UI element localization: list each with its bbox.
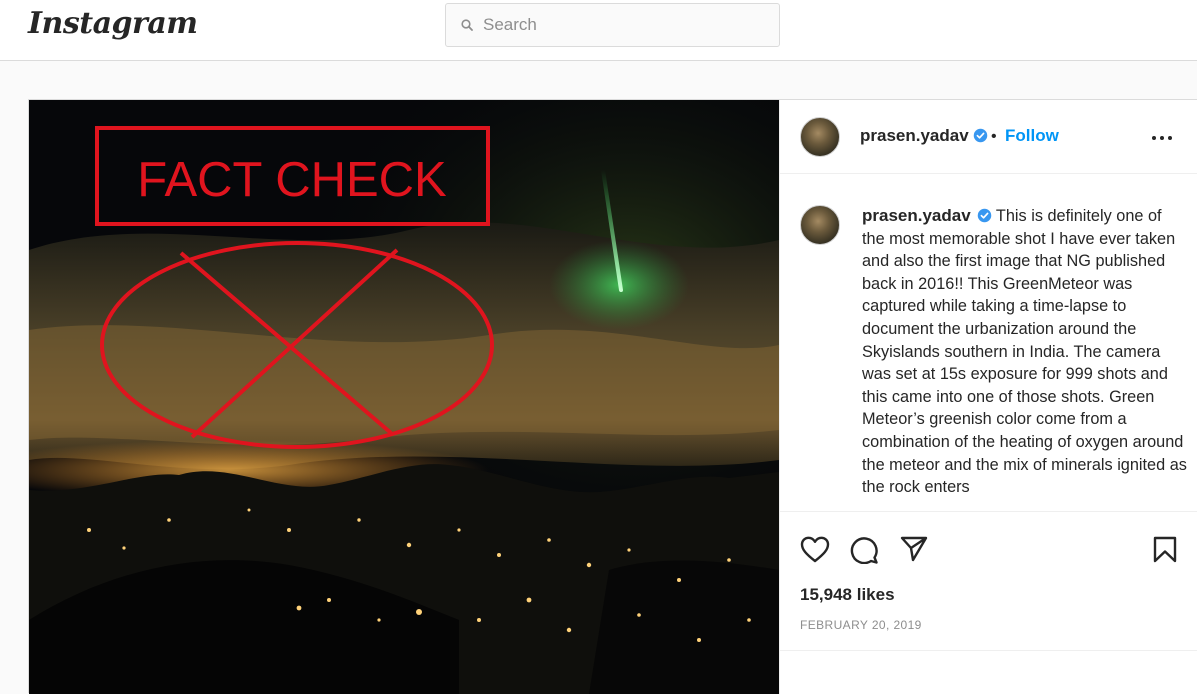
post-actions <box>780 512 1197 572</box>
heart-icon[interactable] <box>800 536 830 563</box>
verified-badge-icon <box>977 208 991 223</box>
post-caption: prasen.yadav This is definitely one of t… <box>862 205 1187 499</box>
share-icon[interactable] <box>900 536 928 562</box>
header-user: prasen.yadav <box>860 126 988 146</box>
instagram-logo[interactable]: Instagram <box>28 6 198 41</box>
verified-badge-icon <box>973 128 987 143</box>
comments-area[interactable]: prasen.yadav This is definitely one of t… <box>780 174 1197 512</box>
fact-check-label: FACT CHECK <box>137 153 447 207</box>
post-photo[interactable]: FACT CHECK <box>29 100 779 694</box>
comment-icon[interactable] <box>849 536 879 564</box>
post-header: prasen.yadav • Follow <box>780 100 1197 174</box>
avatar[interactable] <box>800 117 840 157</box>
search-input[interactable] <box>481 14 765 36</box>
separator-dot: • <box>991 128 997 145</box>
post-sidebar: prasen.yadav • Follow prasen.yadav This … <box>779 100 1197 694</box>
caption-avatar[interactable] <box>800 205 840 245</box>
follow-button[interactable]: Follow <box>1005 126 1059 146</box>
post-date: FEBRUARY 20, 2019 <box>800 618 922 632</box>
meteor-night-landscape-image: FACT CHECK <box>29 100 779 694</box>
post-card: FACT CHECK prasen.yadav • Follow prasen.… <box>28 99 1197 694</box>
search-box[interactable] <box>445 3 780 47</box>
add-comment-area[interactable] <box>780 650 1197 694</box>
likes-count[interactable]: 15,948 likes <box>800 585 895 605</box>
username[interactable]: prasen.yadav <box>860 126 969 145</box>
search-icon <box>461 19 473 31</box>
bookmark-icon[interactable] <box>1153 536 1177 563</box>
more-options-icon[interactable] <box>1150 126 1174 150</box>
caption-username[interactable]: prasen.yadav <box>862 206 971 225</box>
top-navigation-bar: Instagram <box>0 0 1197 61</box>
caption-text: This is definitely one of the most memor… <box>862 207 1187 497</box>
